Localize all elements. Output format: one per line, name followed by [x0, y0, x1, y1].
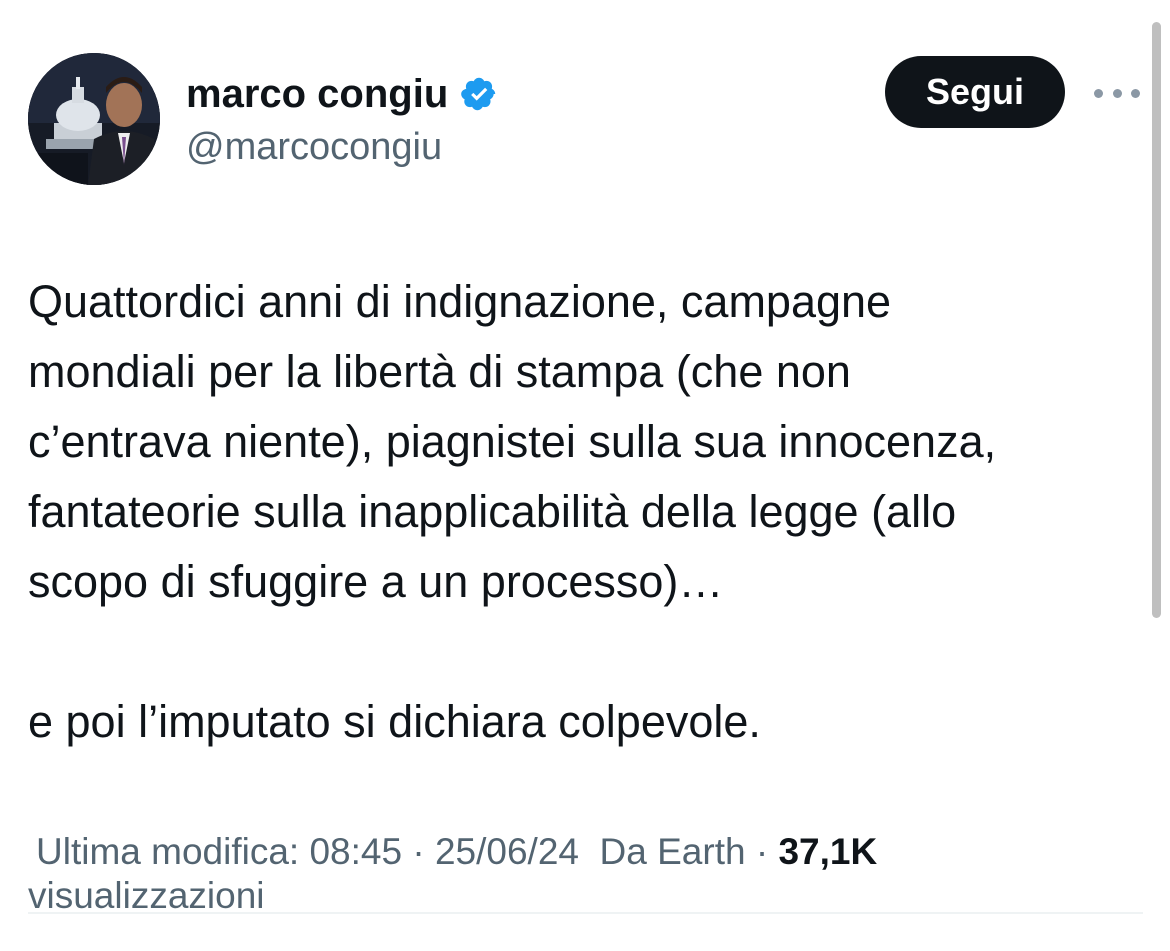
- tweet-paragraph: e poi l’imputato si dichiara colpevole.: [28, 696, 761, 747]
- more-options-icon[interactable]: [1094, 80, 1140, 106]
- tweet-date[interactable]: 25/06/24: [435, 831, 579, 872]
- scrollbar[interactable]: [1152, 22, 1161, 618]
- author-display-name-row[interactable]: marco congiu: [186, 70, 498, 118]
- more-dot: [1131, 88, 1140, 98]
- edited-label[interactable]: Ultima modifica:: [36, 831, 299, 872]
- tweet-time[interactable]: 08:45: [309, 831, 402, 872]
- tweet-metadata-line: Ultima modifica: 08:45 · 25/06/24 Da Ear…: [28, 830, 1138, 874]
- tweet-metadata: Ultima modifica: 08:45 · 25/06/24 Da Ear…: [28, 830, 1138, 918]
- tweet-source: Da Earth: [599, 831, 746, 872]
- meta-separator: ·: [755, 831, 769, 872]
- more-dot: [1112, 88, 1122, 98]
- views-count[interactable]: 37,1K: [778, 831, 877, 872]
- avatar[interactable]: [28, 53, 160, 185]
- divider: [28, 912, 1143, 914]
- meta-separator: ·: [412, 831, 425, 872]
- follow-button[interactable]: Segui: [885, 56, 1065, 128]
- author-handle[interactable]: @marcocongiu: [186, 124, 442, 170]
- tweet-text: Quattordici anni di indignazione, campag…: [28, 267, 1138, 757]
- verified-badge-icon[interactable]: [460, 75, 498, 113]
- tweet-paragraph: Quattordici anni di indignazione, campag…: [28, 276, 997, 607]
- author-display-name[interactable]: marco congiu: [186, 70, 448, 118]
- more-dot: [1094, 88, 1103, 98]
- avatar-photo: [28, 53, 160, 185]
